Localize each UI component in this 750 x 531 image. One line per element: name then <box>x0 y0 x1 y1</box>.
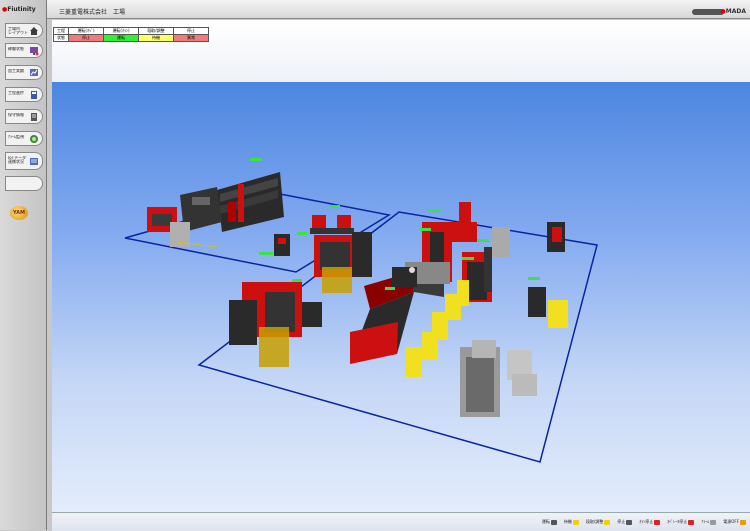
table-cell: 異常 <box>173 34 209 42</box>
legend-item: ｵﾗﾝ停止 <box>639 519 661 525</box>
sidebar-item-empty[interactable] <box>5 176 43 191</box>
legend-item: ｱﾗｰﾑ <box>701 519 717 525</box>
legend-swatch <box>710 519 717 525</box>
yam-badge[interactable]: YAM <box>10 206 28 220</box>
data-icon <box>30 158 38 165</box>
legend-item: 待機 <box>564 519 579 525</box>
sidebar-item-layout[interactable]: 工場内 レイアウト <box>5 23 43 38</box>
machine-state-legend: 運転 待機 段取/調整 停止 ｵﾗﾝ停止 ｵﾍﾟﾚｰﾀ停止 ｱﾗｰﾑ 電源OFF <box>542 519 746 525</box>
document-icon <box>31 113 37 121</box>
legend-item: ｵﾍﾟﾚｰﾀ停止 <box>667 519 695 525</box>
table-cell: 運転 <box>103 34 139 42</box>
table-header-cell: 停止 <box>173 27 209 35</box>
sidebar-item-alarm[interactable]: ｱﾗｰﾑ監視 <box>5 131 43 146</box>
legend-swatch <box>572 519 579 525</box>
machine-cell-front-left[interactable] <box>229 282 322 367</box>
table-cell: 待機 <box>138 34 174 42</box>
table-row: 工程 運転(ｵﾍﾟ) 運転(ｵﾗﾝ) 段取/調整 停止 <box>53 27 209 35</box>
status-legend-table: 工程 運転(ｵﾍﾟ) 運転(ｵﾗﾝ) 段取/調整 停止 状態 停止 運転 待機 … <box>53 27 209 42</box>
legend-swatch <box>550 519 557 525</box>
legend-swatch <box>654 519 661 525</box>
chart-icon <box>30 69 38 76</box>
factory-3d-viewport[interactable] <box>52 82 750 512</box>
legend-item: 電源OFF <box>723 519 746 525</box>
table-header-cell: 運転(ｵﾍﾟ) <box>68 27 104 35</box>
home-icon <box>30 27 38 35</box>
top-bar: 三菱重電株式会社 工場 ●MADA <box>47 0 750 19</box>
progress-icon <box>31 91 37 99</box>
legend-item: 運転 <box>542 519 557 525</box>
legend-item: 停止 <box>617 519 633 525</box>
legend-swatch <box>604 519 611 525</box>
factory-scene[interactable] <box>52 82 750 512</box>
legend-swatch <box>688 519 695 525</box>
zoom-slider[interactable] <box>692 9 724 15</box>
table-header-cell: 段取/調整 <box>138 27 174 35</box>
table-header-cell: 運転(ｵﾗﾝ) <box>103 27 139 35</box>
monitor-icon <box>30 47 39 56</box>
machine-right-small[interactable] <box>492 222 568 328</box>
sidebar-item-maintenance[interactable]: 保守情報 <box>5 109 43 124</box>
brand-logo: ●MADA <box>720 8 747 15</box>
table-cell: 状態 <box>53 34 69 42</box>
machine-cell-small-top[interactable] <box>310 215 354 234</box>
app-logo: ●Fiutinity <box>2 6 36 13</box>
sidebar-item-results[interactable]: 加工実績 <box>5 65 43 80</box>
sidebar-item-progress[interactable]: 工程進捗 <box>5 87 43 102</box>
legend-item: 段取/調整 <box>586 519 611 525</box>
legend-swatch <box>740 519 746 525</box>
machine-rack-back[interactable] <box>217 172 284 232</box>
legend-swatch <box>626 519 633 525</box>
status-bar: 運転 待機 段取/調整 停止 ｵﾗﾝ停止 ｵﾍﾟﾚｰﾀ停止 ｱﾗｰﾑ 電源OFF <box>52 512 750 531</box>
table-cell: 停止 <box>68 34 104 42</box>
table-header-cell: 工程 <box>53 27 69 35</box>
machine-cell-middle[interactable] <box>314 232 372 293</box>
sidebar-item-operation[interactable]: 稼働状態 <box>5 43 43 58</box>
alarm-icon <box>30 135 38 143</box>
table-row: 状態 停止 運転 待機 異常 <box>53 34 209 42</box>
sidebar: ●Fiutinity 工場内 レイアウト 稼働状態 加工実績 工程進捗 保守情報… <box>0 0 47 530</box>
page-title: 三菱重電株式会社 工場 <box>59 9 126 16</box>
machine-cell-small-left[interactable] <box>274 234 290 256</box>
machine-grey-front[interactable] <box>460 340 537 417</box>
sidebar-item-iot[interactable]: IoTデータ 連携状況 <box>5 152 43 170</box>
